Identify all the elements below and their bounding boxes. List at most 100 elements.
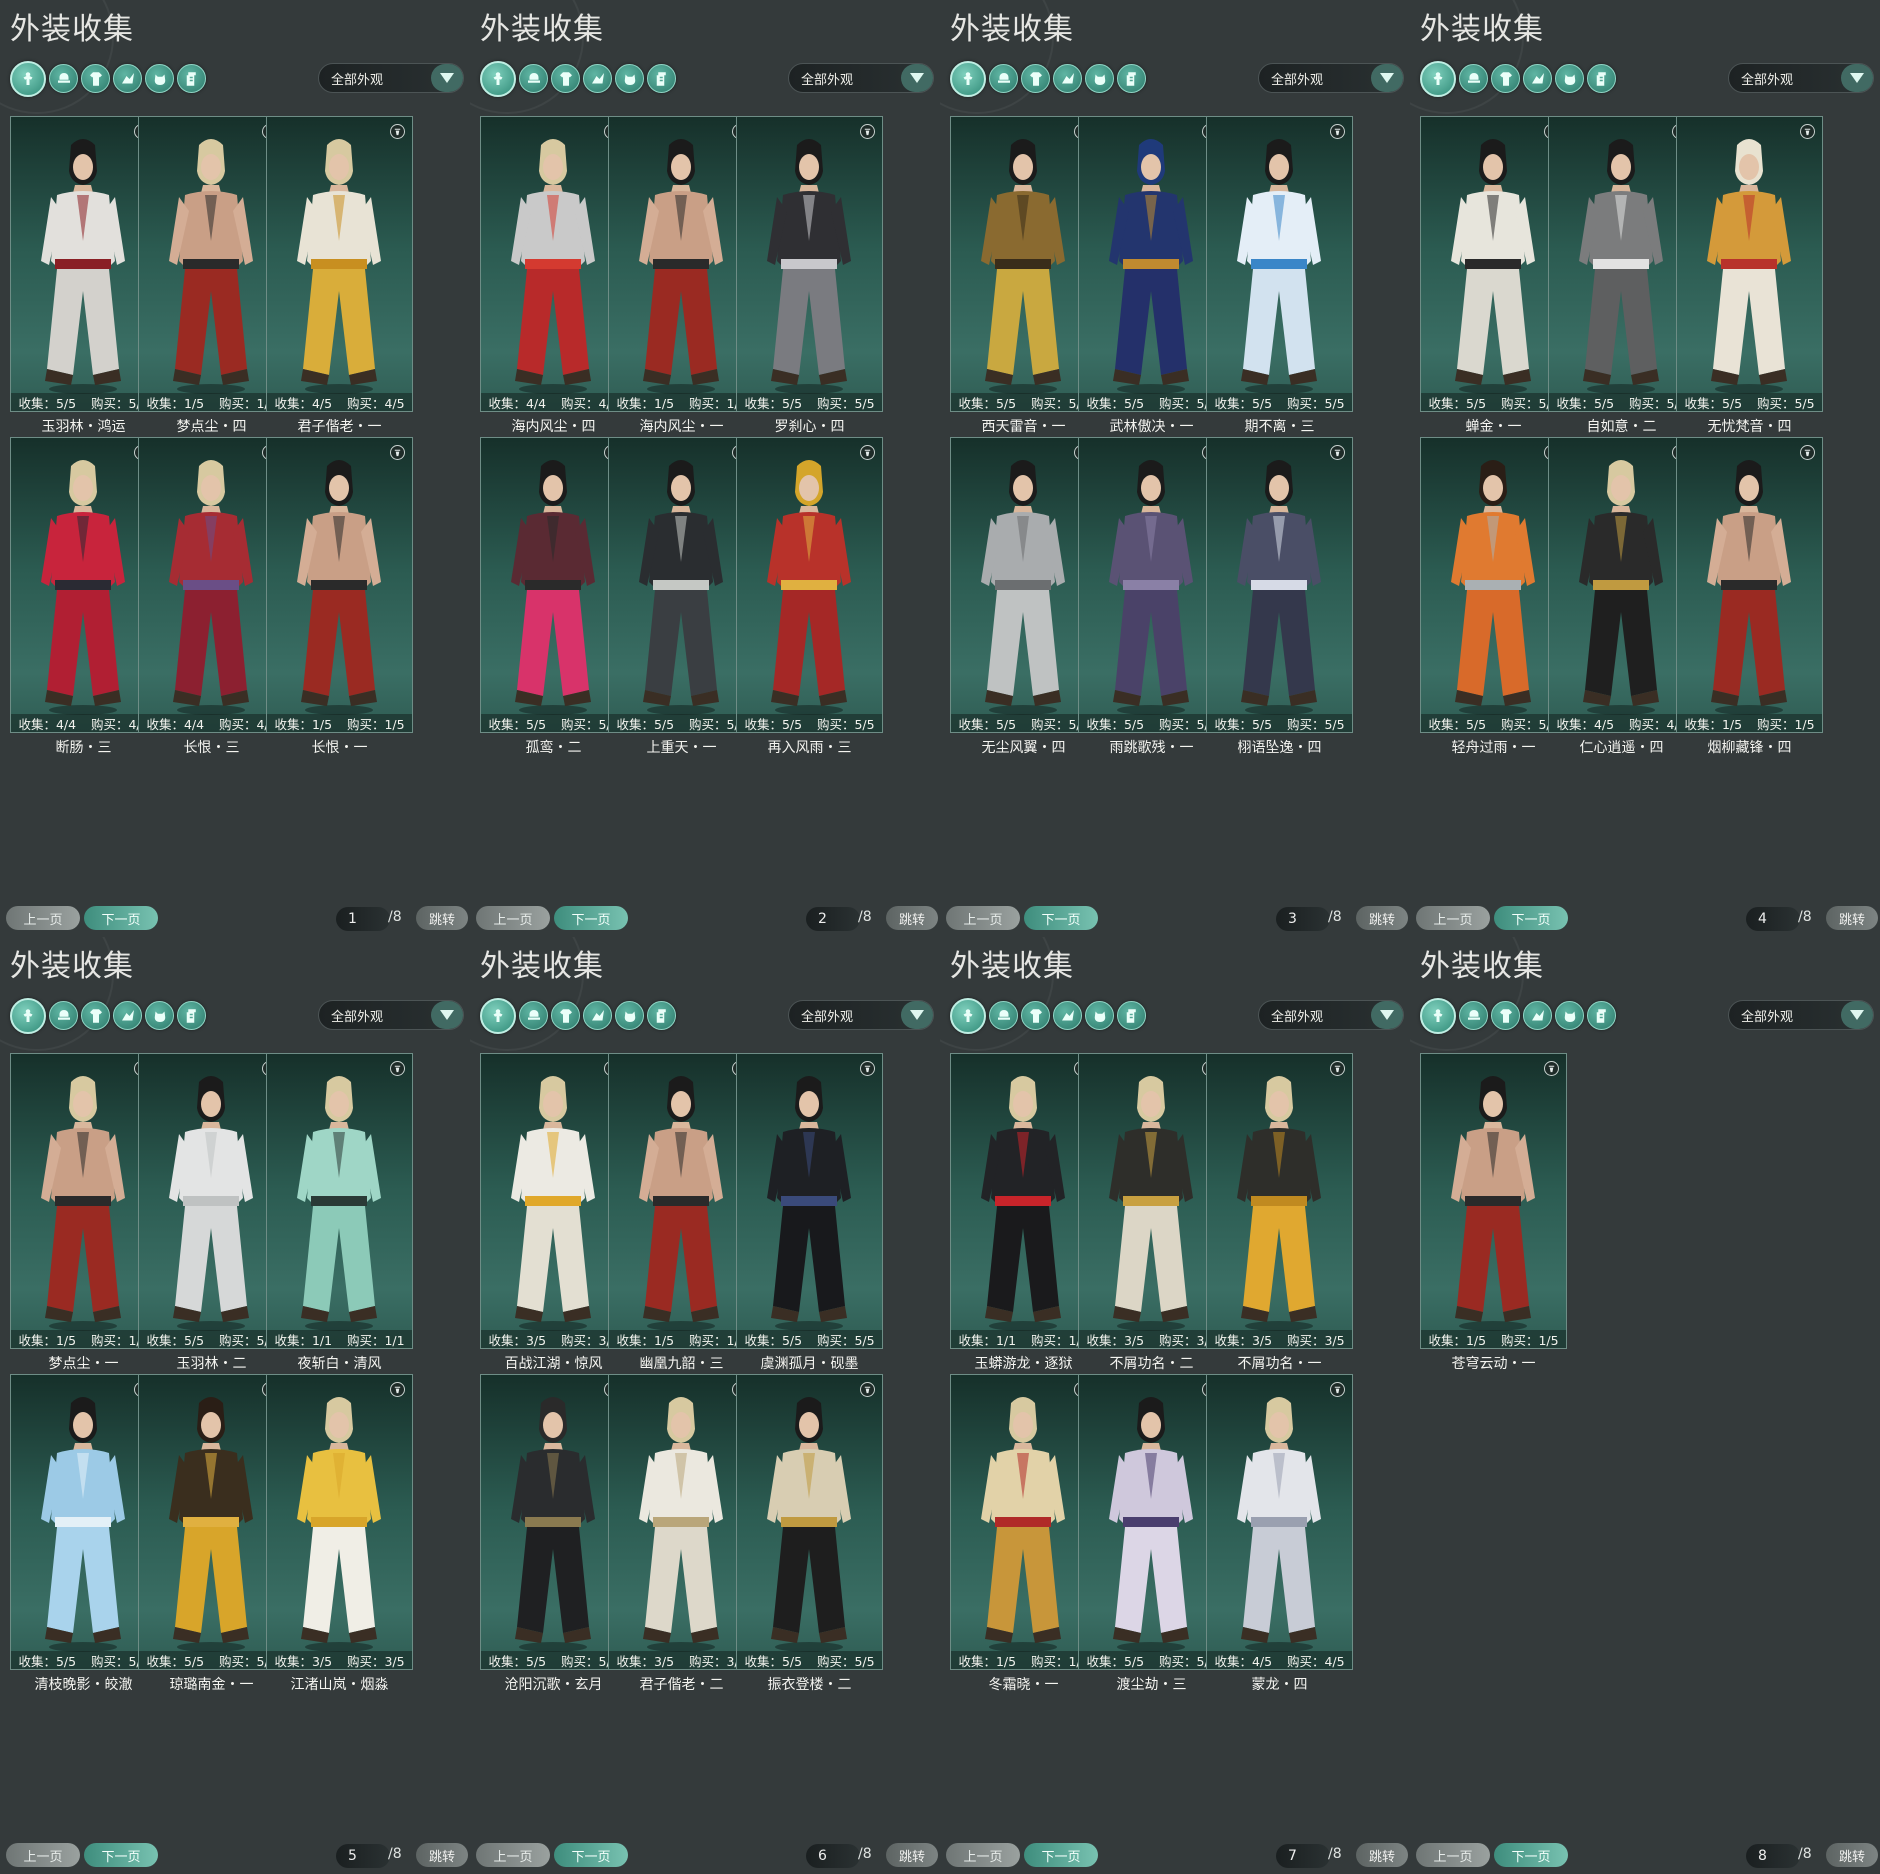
outfit-head-icon[interactable] [49, 64, 78, 93]
delete-icon[interactable] [1544, 1061, 1559, 1076]
outfit-card[interactable]: 收集：5/5 购买：5/5 玉羽林・鸿运 [10, 116, 157, 435]
outfit-card[interactable]: 收集：4/4 购买：4/4 长恨・三 [138, 437, 285, 756]
outfit-scroll-icon[interactable] [1587, 64, 1616, 93]
prev-page-button[interactable]: 上一页 [6, 906, 80, 930]
outfit-body-icon[interactable] [551, 1001, 580, 1030]
delete-icon[interactable] [1800, 124, 1815, 139]
outfit-all-icon[interactable] [10, 61, 46, 97]
prev-page-button[interactable]: 上一页 [6, 1843, 80, 1867]
outfit-card[interactable]: 收集：5/5 购买：5/5 雨跳歌残・一 [1078, 437, 1225, 756]
outfit-body-icon[interactable] [1021, 1001, 1050, 1030]
jump-button[interactable]: 跳转 [1826, 1843, 1878, 1867]
filter-dropdown[interactable]: 全部外观 [1258, 63, 1404, 93]
jump-button[interactable]: 跳转 [416, 906, 468, 930]
outfit-all-icon[interactable] [950, 61, 986, 97]
chevron-down-icon[interactable] [1841, 1001, 1873, 1029]
outfit-card[interactable]: 收集：4/4 购买：4/4 断肠・三 [10, 437, 157, 756]
next-page-button[interactable]: 下一页 [1024, 1843, 1098, 1867]
jump-button[interactable]: 跳转 [416, 1843, 468, 1867]
outfit-pet-icon[interactable] [615, 64, 644, 93]
outfit-pet-icon[interactable] [145, 1001, 174, 1030]
delete-icon[interactable] [1330, 1061, 1345, 1076]
outfit-card[interactable]: 收集：5/5 购买：5/5 再入风雨・三 [736, 437, 883, 756]
outfit-pet-icon[interactable] [1555, 64, 1584, 93]
outfit-head-icon[interactable] [1459, 64, 1488, 93]
outfit-pet-icon[interactable] [1085, 1001, 1114, 1030]
outfit-scroll-icon[interactable] [177, 64, 206, 93]
chevron-down-icon[interactable] [901, 1001, 933, 1029]
outfit-card[interactable]: 收集：5/5 购买：5/5 轻舟过雨・一 [1420, 437, 1567, 756]
filter-dropdown[interactable]: 全部外观 [318, 63, 464, 93]
outfit-scroll-icon[interactable] [1117, 64, 1146, 93]
outfit-card[interactable]: 收集：5/5 购买：5/5 振衣登楼・二 [736, 1374, 883, 1693]
next-page-button[interactable]: 下一页 [1494, 1843, 1568, 1867]
filter-dropdown[interactable]: 全部外观 [318, 1000, 464, 1030]
chevron-down-icon[interactable] [1371, 64, 1403, 92]
next-page-button[interactable]: 下一页 [1024, 906, 1098, 930]
outfit-card[interactable]: 收集：1/5 购买：1/5 幽凰九韶・三 [608, 1053, 755, 1372]
delete-icon[interactable] [860, 445, 875, 460]
outfit-pet-icon[interactable] [145, 64, 174, 93]
jump-button[interactable]: 跳转 [1356, 1843, 1408, 1867]
outfit-head-icon[interactable] [989, 1001, 1018, 1030]
outfit-card[interactable]: 收集：5/5 购买：5/5 无忧梵音・四 [1676, 116, 1823, 435]
outfit-card[interactable]: 收集：4/4 购买：4/4 海内风尘・四 [480, 116, 627, 435]
outfit-card[interactable]: 收集：5/5 购买：5/5 渡尘劫・三 [1078, 1374, 1225, 1693]
delete-icon[interactable] [860, 124, 875, 139]
outfit-head-icon[interactable] [1459, 1001, 1488, 1030]
chevron-down-icon[interactable] [431, 1001, 463, 1029]
outfit-pet-icon[interactable] [1555, 1001, 1584, 1030]
outfit-card[interactable]: 收集：5/5 购买：5/5 自如意・二 [1548, 116, 1695, 435]
prev-page-button[interactable]: 上一页 [476, 906, 550, 930]
filter-dropdown[interactable]: 全部外观 [788, 63, 934, 93]
outfit-scroll-icon[interactable] [1587, 1001, 1616, 1030]
outfit-card[interactable]: 收集：5/5 购买：5/5 清枝晚影・皎澈 [10, 1374, 157, 1693]
outfit-card[interactable]: 收集：1/5 购买：1/5 苍穹云动・一 [1420, 1053, 1567, 1372]
prev-page-button[interactable]: 上一页 [946, 906, 1020, 930]
page-number-input[interactable]: 5 [336, 1844, 390, 1868]
outfit-card[interactable]: 收集：5/5 购买：5/5 孤鸾・二 [480, 437, 627, 756]
outfit-card[interactable]: 收集：3/5 购买：3/5 江渚山岚・烟淼 [266, 1374, 413, 1693]
outfit-body-icon[interactable] [81, 64, 110, 93]
outfit-mount-icon[interactable] [113, 1001, 142, 1030]
outfit-card[interactable]: 收集：3/5 购买：3/5 不屑功名・一 [1206, 1053, 1353, 1372]
page-number-input[interactable]: 3 [1276, 907, 1330, 931]
delete-icon[interactable] [390, 445, 405, 460]
outfit-pet-icon[interactable] [1085, 64, 1114, 93]
outfit-card[interactable]: 收集：1/5 购买：1/5 烟柳藏锋・四 [1676, 437, 1823, 756]
outfit-card[interactable]: 收集：5/5 购买：5/5 玉羽林・二 [138, 1053, 285, 1372]
outfit-card[interactable]: 收集：5/5 购买：5/5 期不离・三 [1206, 116, 1353, 435]
outfit-all-icon[interactable] [480, 998, 516, 1034]
delete-icon[interactable] [860, 1061, 875, 1076]
outfit-card[interactable]: 收集：1/5 购买：1/5 长恨・一 [266, 437, 413, 756]
outfit-card[interactable]: 收集：1/1 购买：1/1 玉蟒游龙・逐狱 [950, 1053, 1097, 1372]
chevron-down-icon[interactable] [901, 64, 933, 92]
prev-page-button[interactable]: 上一页 [1416, 1843, 1490, 1867]
filter-dropdown[interactable]: 全部外观 [1728, 63, 1874, 93]
outfit-all-icon[interactable] [950, 998, 986, 1034]
outfit-card[interactable]: 收集：5/5 购买：5/5 西天雷音・一 [950, 116, 1097, 435]
filter-dropdown[interactable]: 全部外观 [1258, 1000, 1404, 1030]
outfit-head-icon[interactable] [519, 64, 548, 93]
jump-button[interactable]: 跳转 [886, 906, 938, 930]
outfit-body-icon[interactable] [551, 64, 580, 93]
outfit-mount-icon[interactable] [113, 64, 142, 93]
outfit-card[interactable]: 收集：5/5 购买：5/5 无尘风翼・四 [950, 437, 1097, 756]
outfit-all-icon[interactable] [480, 61, 516, 97]
outfit-head-icon[interactable] [519, 1001, 548, 1030]
next-page-button[interactable]: 下一页 [1494, 906, 1568, 930]
next-page-button[interactable]: 下一页 [84, 906, 158, 930]
chevron-down-icon[interactable] [431, 64, 463, 92]
outfit-scroll-icon[interactable] [647, 1001, 676, 1030]
outfit-card[interactable]: 收集：3/5 购买：3/5 君子偕老・二 [608, 1374, 755, 1693]
outfit-head-icon[interactable] [49, 1001, 78, 1030]
next-page-button[interactable]: 下一页 [554, 1843, 628, 1867]
outfit-body-icon[interactable] [81, 1001, 110, 1030]
chevron-down-icon[interactable] [1371, 1001, 1403, 1029]
outfit-all-icon[interactable] [1420, 61, 1456, 97]
outfit-all-icon[interactable] [1420, 998, 1456, 1034]
delete-icon[interactable] [1330, 1382, 1345, 1397]
outfit-mount-icon[interactable] [1523, 64, 1552, 93]
page-number-input[interactable]: 4 [1746, 907, 1800, 931]
page-number-input[interactable]: 8 [1746, 1844, 1800, 1868]
